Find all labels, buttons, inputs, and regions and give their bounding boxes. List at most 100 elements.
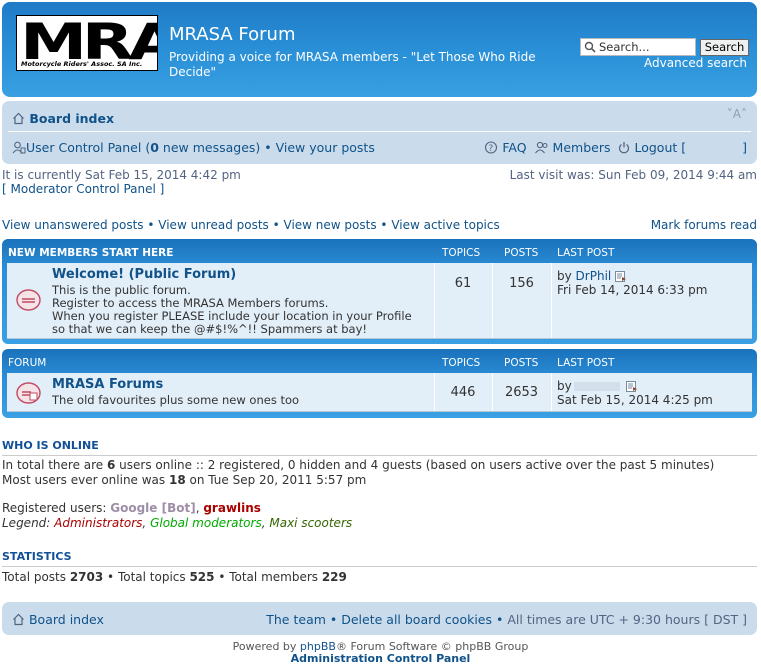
view-active-link[interactable]: View active topics (391, 218, 499, 232)
forum-unread-icon[interactable] (16, 380, 41, 405)
legend-maxi-scooters-link[interactable]: Maxi scooters (269, 516, 352, 530)
mark-forums-read-link[interactable]: Mark forums read (651, 218, 757, 232)
registered-label: Registered users: (2, 501, 111, 515)
col-last-post: LAST POST (557, 357, 615, 369)
col-posts: POSTS (504, 357, 539, 369)
last-post-author-link[interactable]: DrPhil (576, 269, 612, 283)
delete-cookies-link[interactable]: Delete all board cookies (341, 612, 492, 627)
online-record: Most users ever online was 18 on Tue Sep… (2, 473, 366, 488)
forum-title-link[interactable]: MRASA Forums (52, 377, 163, 392)
forum-title-link[interactable]: Welcome! (Public Forum) (52, 267, 236, 282)
the-team-link[interactable]: The team (266, 612, 326, 627)
ucp-link[interactable]: User Control Panel (26, 140, 141, 155)
column-divider (492, 263, 493, 338)
last-post-info: by DrPhil Fri Feb 14, 2014 6:33 pm (557, 269, 708, 297)
view-separator: • (143, 218, 159, 232)
logo-subtitle: Motorcycle Riders' Assoc. SA Inc. (21, 60, 143, 68)
stat-label: • Total members (214, 570, 322, 584)
forum-read-icon[interactable] (16, 287, 41, 312)
board-index-label: Board index (29, 111, 115, 126)
who-is-online-title[interactable]: WHO IS ONLINE (2, 439, 99, 452)
registered-users: Registered users: Google [Bot], grawlins (2, 501, 261, 516)
category-header: NEW MEMBERS START HERE TOPICS POSTS LAST… (2, 239, 757, 263)
comma: , (142, 516, 151, 530)
last-post-date: Fri Feb 14, 2014 6:33 pm (557, 283, 708, 297)
view-links: View unanswered posts • View unread post… (2, 218, 500, 232)
board-index-link[interactable]: Board index (12, 111, 114, 126)
col-topics: TOPICS (442, 247, 481, 259)
home-icon (13, 112, 24, 125)
view-latest-post-icon[interactable] (625, 381, 638, 392)
ucp-area: User Control Panel (0 new messages) • Vi… (12, 140, 375, 155)
user-google-bot: Google [Bot] (110, 501, 196, 515)
category-forum: FORUM TOPICS POSTS LAST POST MRASA Forum… (2, 349, 757, 418)
view-separator: • (376, 218, 392, 232)
online-text: Most users ever online was (2, 473, 169, 487)
navbar-divider (8, 131, 751, 132)
last-post-info: by Sat Feb 15, 2014 4:25 pm (557, 379, 713, 407)
last-visit: Last visit was: Sun Feb 09, 2014 9:44 am (509, 168, 757, 182)
legend-global-moderators-link[interactable]: Global moderators (150, 516, 262, 530)
column-divider (551, 373, 552, 411)
site-logo[interactable]: MRA Motorcycle Riders' Assoc. SA Inc. (16, 15, 158, 71)
section-divider (2, 566, 757, 567)
moderator-control-panel-link[interactable]: [ Moderator Control Panel ] (2, 182, 241, 196)
footer-separator: • (492, 612, 508, 627)
footer-board-index-link[interactable]: Board index (12, 612, 104, 627)
category-name[interactable]: FORUM (8, 357, 46, 369)
site-description: Providing a voice for MRASA members - "L… (169, 50, 536, 79)
search-input[interactable]: Search... (580, 38, 696, 56)
view-your-posts-link[interactable]: View your posts (276, 140, 375, 155)
view-new-link[interactable]: View new posts (284, 218, 377, 232)
search-icon (584, 41, 596, 53)
home-icon (13, 613, 24, 626)
footer-separator: • (325, 612, 342, 627)
new-messages-count[interactable]: 0 (150, 140, 159, 155)
font-size-control[interactable]: ˅A˄ (727, 107, 747, 121)
forum-desc-line: so that we can keep the @#$!%^!! Spammer… (52, 322, 368, 336)
category-new-members: NEW MEMBERS START HERE TOPICS POSTS LAST… (2, 239, 757, 344)
site-header: MRA Motorcycle Riders' Assoc. SA Inc. MR… (2, 2, 757, 97)
stat-label: • Total topics (103, 570, 190, 584)
last-post-by: by (557, 269, 576, 283)
last-post-by: by (557, 379, 572, 393)
online-text: on Tue Sep 20, 2011 5:57 pm (185, 473, 367, 487)
section-divider (2, 455, 757, 456)
column-divider (551, 263, 552, 338)
advanced-search-link[interactable]: Advanced search (644, 56, 747, 70)
online-text: In total there are (2, 458, 107, 472)
last-post-author-redacted (573, 382, 620, 391)
ucp-open: ( (141, 140, 151, 155)
navbar-right-links: ? FAQ Members Logout [ ] (484, 140, 747, 155)
timezone-info: All times are UTC + 9:30 hours [ DST ] (507, 612, 747, 627)
board-index-label: Board index (28, 612, 104, 627)
admin-control-panel-link[interactable]: Administration Control Panel (0, 653, 761, 665)
members-link[interactable]: Members (553, 140, 611, 155)
faq-link[interactable]: FAQ (502, 140, 526, 155)
search-button[interactable]: Search (700, 39, 749, 56)
total-posts: 2703 (69, 570, 104, 584)
user-icon (12, 141, 26, 154)
statistics-title: STATISTICS (2, 550, 72, 563)
view-unanswered-link[interactable]: View unanswered posts (2, 218, 144, 232)
forum-row: MRASA Forums The old favourites plus som… (7, 373, 752, 412)
view-separator: • (268, 218, 284, 232)
search-placeholder: Search... (599, 40, 650, 54)
legend-administrators-link[interactable]: Administrators (54, 516, 142, 530)
last-post-date: Sat Feb 15, 2014 4:25 pm (557, 393, 713, 407)
logout-link[interactable]: Logout [ (634, 140, 686, 155)
posts-count: 156 (509, 276, 534, 291)
new-messages-text[interactable]: new messages) (159, 140, 260, 155)
logout-close: ] (742, 140, 747, 155)
footer-right: The team • Delete all board cookies • Al… (266, 612, 747, 627)
stat-label: Total posts (2, 570, 70, 584)
nav-separator: • (260, 140, 276, 155)
user-grawlins-link[interactable]: grawlins (203, 501, 261, 515)
svg-text:?: ? (489, 144, 494, 154)
view-unread-link[interactable]: View unread posts (158, 218, 269, 232)
time-info: It is currently Sat Feb 15, 2014 4:42 pm… (2, 168, 241, 196)
forum-description: This is the public forum. Register to ac… (52, 284, 432, 336)
view-latest-post-icon[interactable] (615, 271, 627, 282)
logout-icon (619, 142, 630, 154)
category-name[interactable]: NEW MEMBERS START HERE (8, 247, 173, 259)
